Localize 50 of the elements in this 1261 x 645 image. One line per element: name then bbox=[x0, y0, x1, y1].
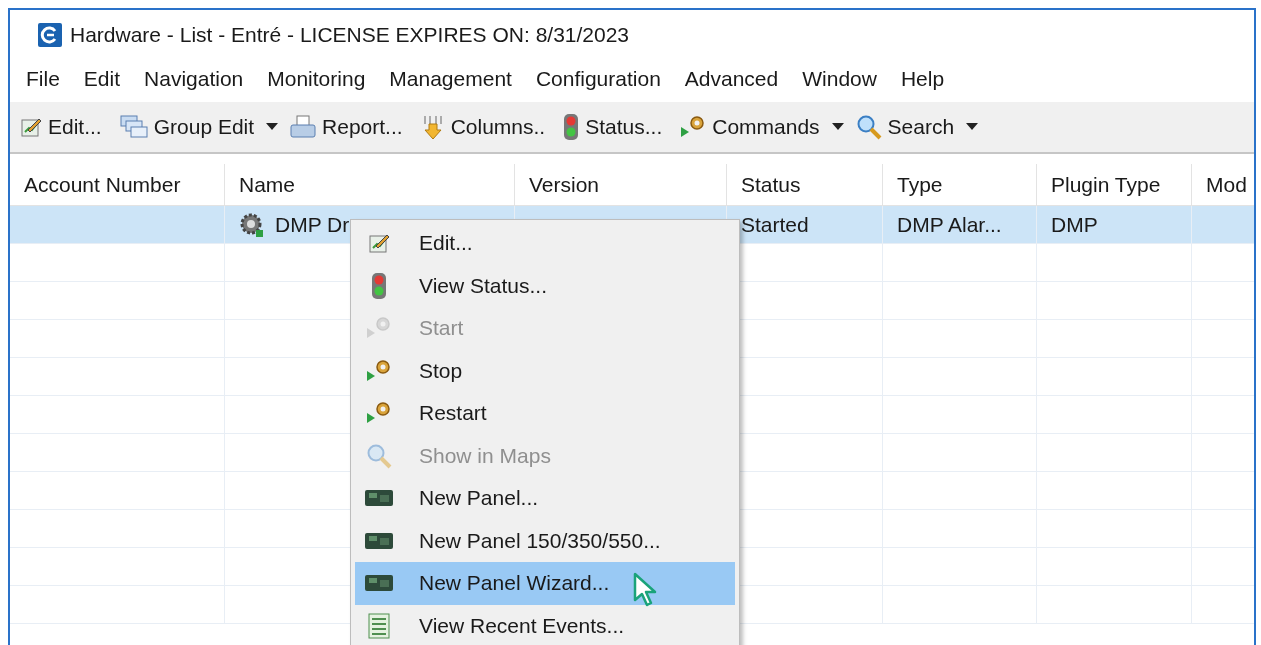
window-title: Hardware - List - Entré - LICENSE EXPIRES ON: 8/31/2023 bbox=[70, 23, 630, 47]
context-menu-item[interactable]: View Status... bbox=[355, 264, 735, 307]
toolbar-button[interactable]: Group Edit bbox=[113, 111, 261, 143]
menu-item[interactable]: File bbox=[14, 67, 72, 91]
menu-item[interactable]: Advanced bbox=[672, 67, 791, 91]
context-menu-item[interactable]: New Panel... bbox=[355, 477, 735, 520]
menu-item[interactable]: Configuration bbox=[523, 67, 673, 91]
printer-icon bbox=[290, 115, 317, 139]
table-cell: Started bbox=[727, 206, 883, 244]
circuit-board-icon bbox=[365, 531, 393, 550]
circuit-board-icon bbox=[365, 489, 393, 508]
menu-item[interactable]: Window bbox=[790, 67, 889, 91]
edit-icon bbox=[368, 232, 390, 255]
edit-icon bbox=[20, 116, 42, 138]
context-menu-item[interactable]: View Recent Events... bbox=[355, 604, 735, 645]
dropdown-caret-icon[interactable] bbox=[831, 123, 844, 131]
traffic-light-icon bbox=[371, 271, 387, 300]
search-icon bbox=[855, 114, 882, 140]
play-gear-icon bbox=[366, 358, 392, 383]
table-cell: DMP bbox=[1037, 206, 1192, 244]
toolbar-button[interactable]: Report... bbox=[284, 111, 409, 143]
dropdown-caret-icon[interactable] bbox=[266, 123, 279, 131]
toolbar-button[interactable]: Columns.. bbox=[414, 110, 552, 144]
menu-item[interactable]: Navigation bbox=[132, 67, 256, 91]
context-menu-item[interactable]: Restart bbox=[355, 392, 735, 435]
toolbar-button[interactable]: Edit... bbox=[14, 111, 108, 143]
search-icon bbox=[366, 442, 392, 469]
traffic-light-icon bbox=[563, 113, 580, 141]
menu-item[interactable]: Management bbox=[377, 67, 524, 91]
mouse-pointer-icon bbox=[633, 572, 659, 608]
context-menu-item[interactable]: New Panel Wizard... bbox=[355, 562, 735, 605]
list-icon bbox=[366, 612, 392, 639]
context-menu-item[interactable]: New Panel 150/350/550... bbox=[355, 519, 735, 562]
toolbar-button[interactable]: Commands bbox=[674, 111, 826, 143]
table-cell bbox=[1192, 206, 1254, 244]
play-gear-icon bbox=[680, 115, 707, 139]
menu-item[interactable]: Edit bbox=[71, 67, 133, 91]
circuit-board-icon bbox=[365, 574, 393, 593]
menu-item[interactable]: Monitoring bbox=[255, 67, 378, 91]
gear-icon bbox=[239, 211, 265, 238]
stacked-windows-icon bbox=[119, 115, 148, 139]
play-gear-icon bbox=[366, 316, 392, 341]
play-gear-icon bbox=[366, 401, 392, 426]
table-cell: DMP Alar... bbox=[883, 206, 1037, 244]
menu-item[interactable]: Help bbox=[888, 67, 957, 91]
dropdown-caret-icon[interactable] bbox=[966, 123, 979, 131]
app-logo-icon bbox=[38, 23, 62, 47]
toolbar-button[interactable]: Search bbox=[849, 110, 961, 144]
context-menu-item[interactable]: Stop bbox=[355, 349, 735, 392]
toolbar-button[interactable]: Status... bbox=[557, 109, 669, 145]
